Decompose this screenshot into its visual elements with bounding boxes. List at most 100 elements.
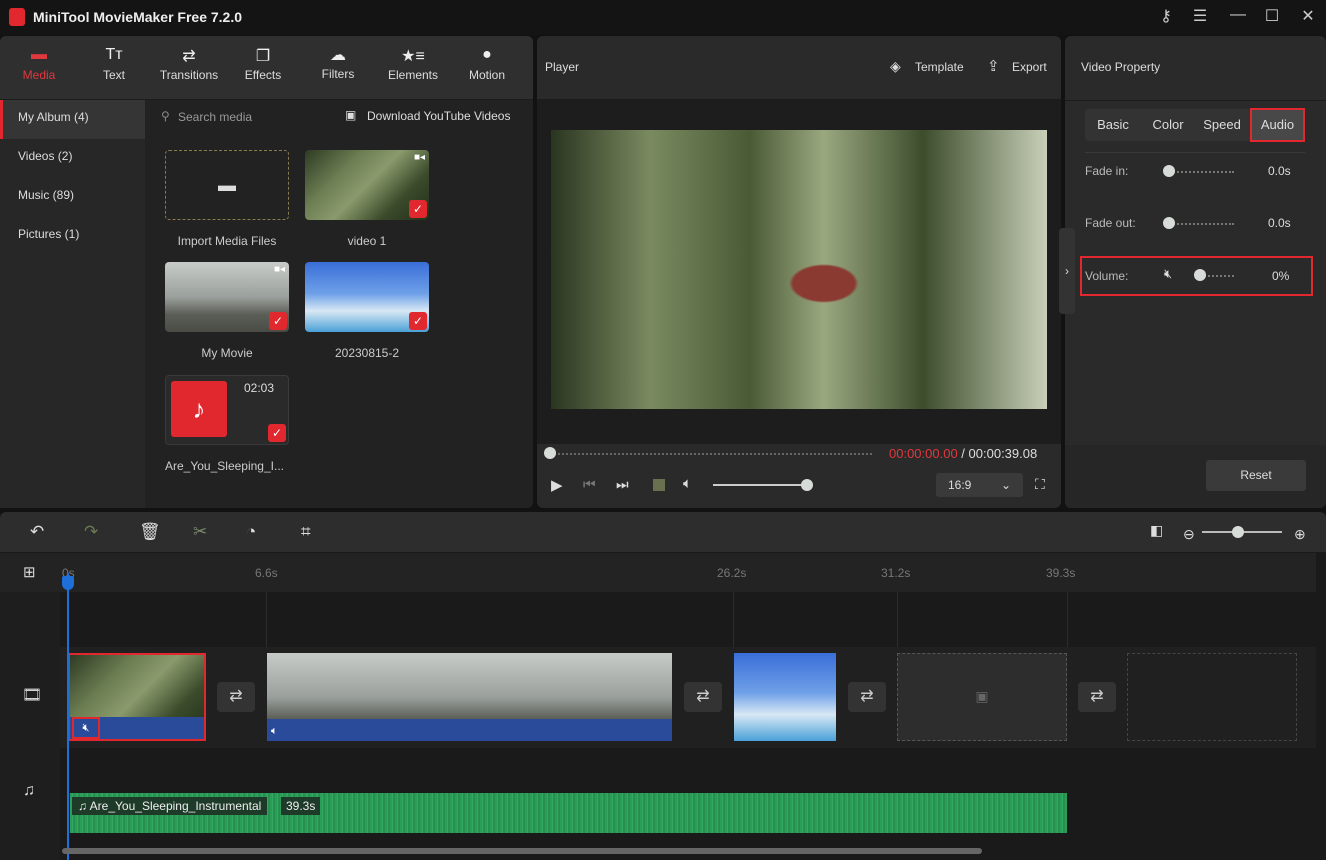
empty-clip-slot[interactable]: ▣ xyxy=(897,653,1067,741)
add-track-icon[interactable]: ⊞ xyxy=(23,563,36,581)
speed-icon[interactable]: ◔ xyxy=(246,522,256,542)
minimize-icon[interactable]: — xyxy=(1226,6,1250,24)
video-clip-2[interactable]: 🔈︎ xyxy=(267,653,672,741)
search-icon: ⚲ xyxy=(161,109,170,123)
export-button[interactable]: Export xyxy=(1012,60,1047,74)
split-scissors-icon[interactable]: ✂ xyxy=(193,522,207,542)
previous-frame-icon[interactable]: ⏮ xyxy=(583,476,596,493)
next-frame-icon[interactable]: ⏭ xyxy=(616,476,629,493)
maximize-icon[interactable]: ☐ xyxy=(1260,6,1284,26)
progress-knob[interactable] xyxy=(544,447,556,459)
title-bar: MiniTool MovieMaker Free 7.2.0 ⚷ ☰ — ☐ ✕ xyxy=(0,0,1326,35)
sidebar-item-videos[interactable]: Videos (2) xyxy=(0,139,145,178)
transition-swap-icon[interactable]: ⇄ xyxy=(848,682,886,712)
media-label: Import Media Files xyxy=(177,234,277,248)
volume-slider[interactable] xyxy=(713,484,807,486)
player-panel: Player ◈ Template ⇪ Export 00:00:00.00 /… xyxy=(537,36,1061,508)
tab-speed[interactable]: Speed xyxy=(1197,110,1247,140)
tab-elements[interactable]: ★≡ Elements xyxy=(378,46,448,82)
undo-icon[interactable]: ↶ xyxy=(30,522,44,542)
tab-effects[interactable]: ❐ Effects xyxy=(228,46,298,82)
time-display: 00:00:00.00 / 00:00:39.08 xyxy=(889,446,1037,461)
fade-out-value: 0.0s xyxy=(1268,216,1291,230)
playhead[interactable] xyxy=(67,573,69,860)
preview-area xyxy=(537,100,1061,444)
video-track-icon: 🎞︎ xyxy=(22,687,43,704)
media-panel: ▬ Media Tт Text ⇄ Transitions ❐ Effects ☁ Fil… xyxy=(0,36,533,508)
playhead-handle[interactable] xyxy=(62,576,74,590)
music-note-icon: ♫ xyxy=(78,799,90,813)
app-title: MiniTool MovieMaker Free 7.2.0 xyxy=(33,9,243,25)
stop-icon[interactable] xyxy=(653,479,665,491)
mute-icon[interactable]: 🔇︎ xyxy=(1164,266,1172,282)
audio-clip-label: ♫ Are_You_Sleeping_Instrumental xyxy=(72,797,268,815)
image-clip[interactable] xyxy=(734,653,836,741)
media-label: video 1 xyxy=(347,234,387,248)
fade-in-knob[interactable] xyxy=(1163,165,1175,177)
delete-icon[interactable]: 🗑︎ xyxy=(139,522,161,542)
crop-icon[interactable]: ⌗ xyxy=(301,522,311,542)
redo-icon[interactable]: ↷ xyxy=(84,522,98,542)
empty-clip-slot[interactable] xyxy=(1127,653,1297,741)
app-logo-icon xyxy=(9,8,25,26)
close-icon[interactable]: ✕ xyxy=(1296,6,1320,26)
current-time: 00:00:00.00 xyxy=(889,446,958,461)
tab-audio[interactable]: Audio xyxy=(1250,108,1305,142)
tab-label: Transitions xyxy=(159,68,219,82)
fullscreen-icon[interactable]: ⛶ xyxy=(1035,476,1045,493)
transition-swap-icon[interactable]: ⇄ xyxy=(217,682,255,712)
collapse-panel-chevron-icon[interactable]: › xyxy=(1059,228,1075,314)
divider xyxy=(733,592,734,648)
zoom-in-icon[interactable]: ⊕ xyxy=(1294,526,1306,543)
fade-out-slider[interactable] xyxy=(1170,223,1234,225)
reset-button[interactable]: Reset xyxy=(1206,460,1306,491)
aspect-ratio-select[interactable]: 16:9 ⌄ xyxy=(936,473,1023,497)
video-clip-1[interactable]: 🔇︎ xyxy=(68,653,206,741)
thumbnail: ■◂ ✓ xyxy=(305,150,429,220)
sidebar-item-my-album[interactable]: My Album (4) xyxy=(0,100,145,139)
audio-clip-duration: 39.3s xyxy=(281,797,321,815)
tab-media[interactable]: ▬ Media xyxy=(4,46,74,82)
tab-motion[interactable]: ● Motion xyxy=(452,46,522,82)
audio-clip[interactable]: ♫ Are_You_Sleeping_Instrumental 39.3s xyxy=(70,793,1067,833)
sidebar-item-pictures[interactable]: Pictures (1) xyxy=(0,217,145,256)
media-item-video-1[interactable]: ■◂ ✓ video 1 xyxy=(305,150,429,248)
youtube-icon: ▣ xyxy=(345,108,357,122)
volume-knob[interactable] xyxy=(1194,269,1206,281)
export-icon: ⇪ xyxy=(987,58,1000,75)
import-media-item[interactable]: ▬ Import Media Files xyxy=(165,150,289,248)
time-separator: / xyxy=(957,446,969,461)
play-icon[interactable]: ▶ xyxy=(551,476,563,494)
horizontal-scrollbar[interactable] xyxy=(62,848,982,854)
tab-text[interactable]: Tт Text xyxy=(79,46,149,82)
tab-transitions[interactable]: ⇄ Transitions xyxy=(152,46,226,82)
template-button[interactable]: Template xyxy=(915,60,964,74)
fit-timeline-icon[interactable]: ◧ xyxy=(1150,522,1163,539)
media-item-picture[interactable]: ✓ 20230815-2 xyxy=(305,262,429,360)
zoom-out-icon[interactable]: ⊖ xyxy=(1183,526,1195,543)
media-item-my-movie[interactable]: ■◂ ✓ My Movie xyxy=(165,262,289,360)
sidebar-item-music[interactable]: Music (89) xyxy=(0,178,145,217)
tab-filters[interactable]: ☁ Filters xyxy=(303,45,373,81)
fade-in-label: Fade in: xyxy=(1085,164,1129,178)
progress-slider[interactable] xyxy=(550,453,872,455)
transition-swap-icon[interactable]: ⇄ xyxy=(684,682,722,712)
fade-in-value: 0.0s xyxy=(1268,164,1291,178)
volume-icon[interactable]: 🔈︎ xyxy=(683,475,692,492)
fade-out-knob[interactable] xyxy=(1163,217,1175,229)
search-input[interactable]: Search media xyxy=(178,110,252,124)
media-item-music[interactable]: ♪ 02:03 ✓ Are_You_Sleeping_I... xyxy=(165,375,289,473)
tab-color[interactable]: Color xyxy=(1142,110,1194,140)
download-youtube-button[interactable]: Download YouTube Videos xyxy=(367,109,510,123)
volume-icon[interactable]: 🔈︎ xyxy=(271,725,278,738)
volume-knob[interactable] xyxy=(801,479,813,491)
menu-icon[interactable]: ☰ xyxy=(1188,6,1212,26)
tab-basic[interactable]: Basic xyxy=(1087,110,1139,140)
fade-out-label: Fade out: xyxy=(1085,216,1136,230)
key-icon[interactable]: ⚷ xyxy=(1154,6,1178,26)
zoom-knob[interactable] xyxy=(1232,526,1244,538)
tab-label: Effects xyxy=(244,68,282,82)
mute-icon[interactable]: 🔇︎ xyxy=(72,717,100,739)
fade-in-slider[interactable] xyxy=(1170,171,1234,173)
transition-swap-icon[interactable]: ⇄ xyxy=(1078,682,1116,712)
